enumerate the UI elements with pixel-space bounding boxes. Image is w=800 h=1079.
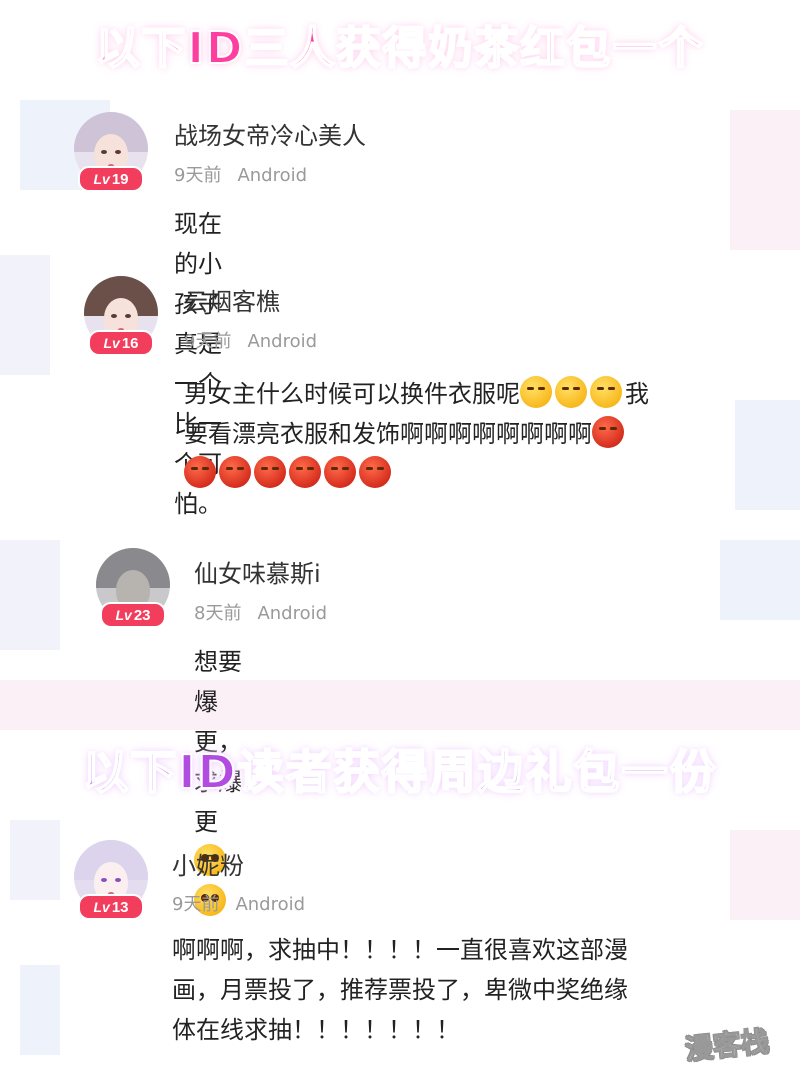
- background-block: [0, 540, 60, 650]
- level-badge: Lv 16: [88, 330, 154, 356]
- sweat-emoji-icon: [590, 376, 622, 408]
- username[interactable]: 战场女帝冷心美人: [174, 116, 366, 151]
- avatar[interactable]: Lv 13: [74, 840, 152, 920]
- comment-text: 男女主什么时候可以换件衣服呢我 要看漂亮衣服和发饰啊啊啊啊啊啊啊啊: [184, 374, 744, 494]
- comment-text-line: 体在线求抽！！！！！！！: [172, 1016, 460, 1044]
- background-block: [0, 255, 50, 375]
- level-badge: Lv 19: [78, 166, 144, 192]
- angry-emoji-icon: [359, 456, 391, 488]
- background-block: [10, 820, 60, 900]
- sweat-emoji-icon: [555, 376, 587, 408]
- angry-emoji-icon: [254, 456, 286, 488]
- background-block: [735, 400, 800, 510]
- background-block: [20, 965, 60, 1055]
- comment-text-line: 画，月票投了，推荐票投了，卑微中奖绝缘: [172, 976, 628, 1004]
- level-badge: Lv 23: [100, 602, 166, 628]
- username[interactable]: 小妮粉: [172, 846, 244, 881]
- device-label: Android: [247, 331, 318, 352]
- background-block: [730, 830, 800, 920]
- avatar[interactable]: Lv 19: [74, 112, 152, 192]
- avatar[interactable]: Lv 23: [96, 548, 174, 628]
- username[interactable]: 云烟客樵: [184, 282, 280, 317]
- comment-text-line: 要看漂亮衣服和发饰啊啊啊啊啊啊啊啊: [184, 414, 744, 454]
- angry-emoji-icon: [324, 456, 356, 488]
- comment-text: 啊啊啊，求抽中！！！！一直很喜欢这部漫 画，月票投了，推荐票投了，卑微中奖绝缘 …: [172, 930, 732, 1050]
- comment-meta: 9天前 Android: [172, 890, 305, 916]
- background-block: [720, 540, 800, 620]
- device-label: Android: [237, 165, 308, 186]
- angry-emoji-icon: [219, 456, 251, 488]
- middle-award-banner: 以下ID读者获得周边礼包一份: [81, 744, 718, 800]
- top-award-banner: 以下ID三人获得奶茶红包一个: [95, 22, 705, 75]
- comment-meta: 9天前 Android: [184, 327, 317, 353]
- comment-meta: 9天前 Android: [174, 161, 307, 187]
- angry-emoji-icon: [592, 416, 624, 448]
- angry-emoji-icon: [289, 456, 321, 488]
- avatar[interactable]: Lv 16: [84, 276, 162, 356]
- sweat-emoji-icon: [520, 376, 552, 408]
- comment-meta: 8天前 Android: [194, 599, 327, 625]
- comment-text-line: 啊啊啊，求抽中！！！！一直很喜欢这部漫: [172, 936, 628, 964]
- device-label: Android: [235, 894, 306, 915]
- post-time: 9天前: [184, 331, 232, 352]
- angry-emoji-icon: [184, 456, 216, 488]
- post-time: 9天前: [174, 165, 222, 186]
- level-badge: Lv 13: [78, 894, 144, 920]
- device-label: Android: [257, 603, 328, 624]
- emoji-row: [184, 454, 744, 494]
- background-block: [0, 680, 800, 730]
- post-time: 9天前: [172, 894, 220, 915]
- username[interactable]: 仙女味慕斯i: [194, 554, 321, 589]
- comment-text-line: 男女主什么时候可以换件衣服呢我: [184, 374, 744, 414]
- post-time: 8天前: [194, 603, 242, 624]
- background-block: [730, 110, 800, 250]
